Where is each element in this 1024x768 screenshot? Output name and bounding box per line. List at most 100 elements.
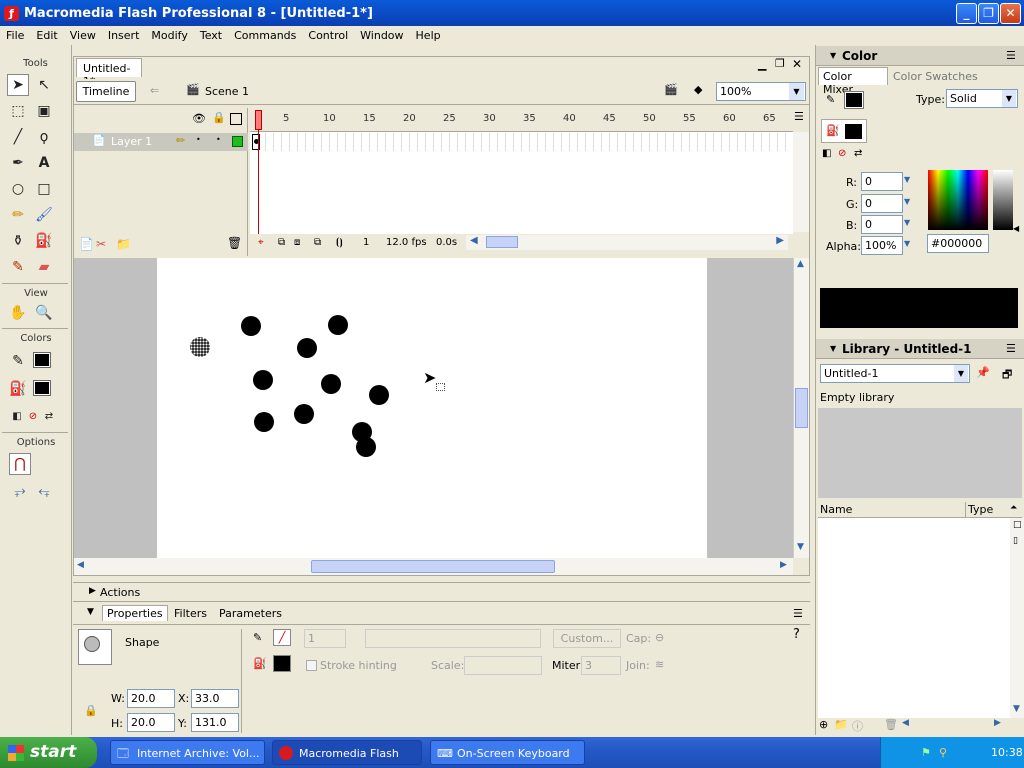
- column-type-header[interactable]: Type: [968, 503, 993, 516]
- new-symbol-icon[interactable]: ⊕: [819, 718, 828, 731]
- blue-field[interactable]: 0: [861, 215, 903, 234]
- back-arrow-icon[interactable]: ⇐: [150, 84, 159, 97]
- narrow-state-icon[interactable]: ▯: [1013, 536, 1018, 546]
- smooth-icon[interactable]: ⥅: [9, 480, 31, 502]
- fill-type-select[interactable]: Solid ▼: [946, 89, 1018, 108]
- menu-insert[interactable]: Insert: [102, 29, 146, 42]
- red-field[interactable]: 0: [861, 172, 903, 191]
- taskbar-item-internet-archive[interactable]: 🗔 Internet Archive: Vol...: [110, 740, 265, 765]
- library-panel-menu-icon[interactable]: ☰: [1006, 342, 1016, 355]
- rectangle-tool-icon[interactable]: □: [33, 178, 55, 200]
- scroll-right-icon[interactable]: ▶: [776, 235, 784, 246]
- outline-icon[interactable]: [230, 113, 242, 125]
- wide-state-icon[interactable]: □: [1013, 520, 1022, 530]
- layer-row[interactable]: 📄 Layer 1 ✏ • •: [74, 133, 248, 151]
- playhead[interactable]: [255, 110, 262, 130]
- zoom-tool-icon[interactable]: 🔍: [33, 302, 55, 324]
- width-field[interactable]: 20.0: [127, 689, 175, 708]
- stage-vscroll[interactable]: ▲ ▼: [793, 258, 809, 558]
- mixer-fill-swatch[interactable]: [845, 124, 862, 139]
- selection-tool-icon[interactable]: ➤: [7, 74, 29, 96]
- scroll-left-icon[interactable]: ◀: [902, 718, 909, 728]
- fill-color-swatch[interactable]: [273, 655, 291, 672]
- lasso-tool-icon[interactable]: ϙ: [33, 126, 55, 148]
- scroll-up-icon[interactable]: ▲: [797, 259, 804, 269]
- scroll-left-icon[interactable]: ◀: [470, 235, 478, 246]
- scroll-down-icon[interactable]: ▼: [797, 542, 804, 552]
- tab-color-mixer[interactable]: Color Mixer: [818, 67, 888, 96]
- eraser-tool-icon[interactable]: ▰: [33, 256, 55, 278]
- menu-edit[interactable]: Edit: [30, 29, 63, 42]
- onion-markers-icon[interactable]: ⦗⦘: [336, 234, 343, 251]
- help-icon[interactable]: ?: [793, 627, 800, 642]
- hand-tool-icon[interactable]: ✋: [7, 302, 29, 324]
- circle-shape[interactable]: [253, 370, 273, 390]
- pen-tool-icon[interactable]: ✒: [7, 152, 29, 174]
- slider-arrow-icon[interactable]: ◀: [1013, 224, 1019, 233]
- visibility-dot-icon[interactable]: •: [196, 135, 201, 144]
- eyedropper-tool-icon[interactable]: ✎: [7, 256, 29, 278]
- x-field[interactable]: 33.0: [191, 689, 239, 708]
- y-field[interactable]: 131.0: [191, 713, 239, 732]
- edit-scene-icon[interactable]: 🎬: [664, 83, 678, 96]
- custom-stroke-button[interactable]: Custom...: [553, 629, 621, 648]
- brush-tool-icon[interactable]: 🖌: [33, 204, 55, 226]
- add-layer-icon[interactable]: 📄: [79, 237, 94, 251]
- edit-symbols-icon[interactable]: ◆: [694, 83, 702, 96]
- delete-icon[interactable]: 🗑: [884, 718, 898, 731]
- oval-tool-icon[interactable]: ○: [7, 178, 29, 200]
- add-guide-layer-icon[interactable]: ✂: [96, 237, 106, 251]
- cap-style-icon[interactable]: ⊖: [655, 631, 664, 644]
- add-folder-icon[interactable]: 📁: [116, 237, 131, 251]
- timeline-vscroll[interactable]: [793, 132, 809, 232]
- library-list[interactable]: [818, 518, 1010, 718]
- color-panel-menu-icon[interactable]: ☰: [1006, 49, 1016, 62]
- fill-color-icon[interactable]: ⛽: [7, 378, 29, 400]
- subselection-tool-icon[interactable]: ↖: [33, 74, 55, 96]
- menu-window[interactable]: Window: [354, 29, 409, 42]
- menu-view[interactable]: View: [64, 29, 102, 42]
- stroke-hinting-checkbox[interactable]: [306, 660, 317, 671]
- gradient-transform-tool-icon[interactable]: ▣: [33, 100, 55, 122]
- tab-color-swatches[interactable]: Color Swatches: [893, 70, 978, 83]
- tab-filters[interactable]: Filters: [174, 607, 207, 620]
- swap-colors-icon[interactable]: ⇄: [38, 405, 60, 427]
- mixer-stroke-swatch[interactable]: [844, 91, 864, 109]
- circle-shape[interactable]: [356, 437, 376, 457]
- swap-colors-icon[interactable]: ⇄: [854, 148, 862, 159]
- circle-shape[interactable]: [254, 412, 274, 432]
- edit-multiple-frames-icon[interactable]: ⧉: [314, 234, 321, 251]
- scroll-left-icon[interactable]: ◀: [77, 560, 84, 570]
- black-white-icon[interactable]: ◧: [822, 148, 831, 159]
- join-style-icon[interactable]: ≋: [655, 658, 664, 671]
- circle-shape[interactable]: [369, 385, 389, 405]
- timeline-button[interactable]: Timeline: [76, 81, 136, 102]
- scroll-thumb[interactable]: [311, 560, 555, 573]
- delete-layer-icon[interactable]: 🗑: [227, 236, 242, 250]
- panel-menu-icon[interactable]: ☰: [793, 607, 803, 620]
- center-frame-icon[interactable]: ⌖: [258, 234, 264, 251]
- brightness-slider[interactable]: [993, 170, 1013, 230]
- new-library-panel-icon[interactable]: 🗗: [1002, 366, 1012, 385]
- eye-icon[interactable]: 👁: [192, 112, 206, 125]
- circle-shape[interactable]: [328, 315, 348, 335]
- column-name-header[interactable]: Name: [820, 503, 852, 516]
- paint-bucket-tool-icon[interactable]: ⛽: [33, 230, 55, 252]
- scroll-down-icon[interactable]: ▼: [1013, 704, 1020, 714]
- taskbar-item-flash[interactable]: Macromedia Flash Pro...: [272, 740, 422, 765]
- timeline-hscroll[interactable]: ◀ ▶: [466, 235, 788, 250]
- chevron-down-icon[interactable]: ▼: [904, 239, 910, 248]
- tab-parameters[interactable]: Parameters: [219, 607, 282, 620]
- zoom-select[interactable]: 100% ▼: [716, 82, 806, 101]
- stroke-height-field[interactable]: 1: [304, 629, 346, 648]
- restore-button[interactable]: ❐: [978, 3, 999, 24]
- expand-arrow-icon[interactable]: ▶: [89, 586, 96, 596]
- close-button[interactable]: ✕: [1000, 3, 1021, 24]
- menu-control[interactable]: Control: [302, 29, 354, 42]
- library-document-select[interactable]: Untitled-1 ▼: [820, 364, 970, 383]
- properties-icon[interactable]: ⓘ: [852, 718, 863, 734]
- chevron-down-icon[interactable]: ▼: [904, 175, 910, 184]
- sort-icon[interactable]: ⏶: [1010, 503, 1017, 513]
- menu-commands[interactable]: Commands: [228, 29, 302, 42]
- color-spectrum[interactable]: [928, 170, 988, 230]
